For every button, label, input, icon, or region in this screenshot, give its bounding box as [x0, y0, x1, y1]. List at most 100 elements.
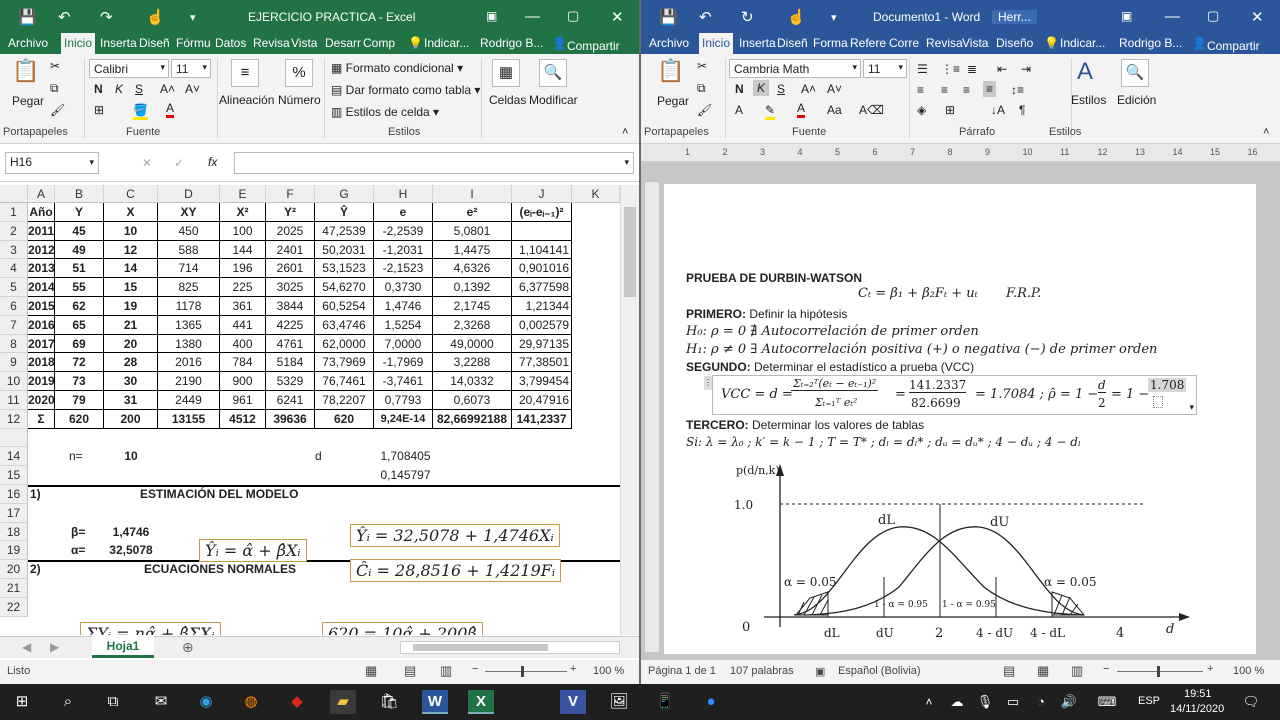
- data-cell[interactable]: 20,47916: [512, 391, 572, 410]
- tab-archivo[interactable]: Archivo: [8, 36, 48, 50]
- network-icon[interactable]: ◔: [1028, 690, 1054, 714]
- header-cell[interactable]: XY: [158, 203, 220, 222]
- alpha-value[interactable]: 32,5078: [104, 541, 158, 560]
- total-cell[interactable]: 141,2337: [512, 409, 572, 429]
- show-hidden-icon[interactable]: ˄: [916, 690, 942, 714]
- multilevel-icon[interactable]: ≣: [967, 62, 977, 76]
- placeholder-box[interactable]: [1153, 396, 1163, 408]
- status-words[interactable]: 107 palabras: [730, 665, 794, 677]
- data-cell[interactable]: 4225: [266, 315, 315, 335]
- font-size-select[interactable]: 11 ▾: [171, 59, 211, 78]
- data-cell[interactable]: 2016: [158, 353, 220, 373]
- excel-taskbar-icon[interactable]: X: [468, 690, 494, 714]
- document-page[interactable]: PRUEBA DE DURBIN-WATSON Cₜ = β₁ + β₂Fₜ +…: [664, 184, 1256, 654]
- data-cell[interactable]: 14,0332: [433, 372, 512, 391]
- borders-icon[interactable]: ⊞: [94, 103, 104, 117]
- tab-insertar[interactable]: Inserta: [100, 36, 137, 50]
- collapse-ribbon-icon[interactable]: ˄: [622, 126, 628, 138]
- data-cell[interactable]: 2017: [28, 334, 55, 354]
- data-cell[interactable]: 3,2288: [433, 353, 512, 373]
- alignment-button[interactable]: Alineación: [219, 93, 274, 107]
- mail-icon[interactable]: ✉: [148, 690, 174, 714]
- onedrive-icon[interactable]: ☁: [944, 690, 970, 714]
- data-cell[interactable]: 7,0000: [374, 334, 433, 354]
- selected-value[interactable]: 1.708: [1148, 378, 1187, 392]
- ribbon-display-icon[interactable]: ▣: [1121, 9, 1132, 23]
- data-cell[interactable]: -1,2031: [374, 240, 433, 260]
- next-sheet-icon[interactable]: ▶: [50, 640, 59, 654]
- data-cell[interactable]: 441: [220, 315, 266, 335]
- row-header[interactable]: 21: [0, 579, 28, 598]
- data-cell[interactable]: 1,4475: [433, 240, 512, 260]
- paste-button[interactable]: Pegar: [12, 94, 44, 108]
- ribbon-display-icon[interactable]: ▣: [486, 9, 497, 23]
- proofing-icon[interactable]: ▣: [815, 665, 825, 678]
- data-cell[interactable]: 2019: [28, 372, 55, 391]
- cancel-icon[interactable]: ✕: [142, 156, 152, 170]
- data-cell[interactable]: 0,7793: [374, 391, 433, 410]
- data-cell[interactable]: 6,377598: [512, 278, 572, 297]
- model-equation-box[interactable]: Ŷᵢ = α̂ + β̂Xᵢ: [199, 539, 307, 562]
- row-header[interactable]: 22: [0, 597, 28, 617]
- data-cell[interactable]: 78,2207: [315, 391, 374, 410]
- data-cell[interactable]: 21: [104, 315, 158, 335]
- number-button[interactable]: Número: [278, 93, 321, 107]
- tab-vista[interactable]: Vista: [962, 36, 988, 50]
- formula-input[interactable]: ▾: [234, 152, 634, 174]
- data-cell[interactable]: 47,2539: [315, 221, 374, 241]
- total-cell[interactable]: 9,24E-14: [374, 409, 433, 429]
- input-language[interactable]: ESP: [1138, 695, 1160, 707]
- fitted-equation-1[interactable]: Ŷᵢ = 32,5078 + 1,4746Xᵢ: [350, 524, 560, 547]
- customize-qat-icon[interactable]: ▾: [190, 11, 196, 24]
- zoom-in-icon[interactable]: +: [570, 663, 576, 675]
- tab-correspondencia[interactable]: Corre: [889, 36, 919, 50]
- data-cell[interactable]: 3,799454: [512, 372, 572, 391]
- data-cell[interactable]: 29,97135: [512, 334, 572, 354]
- store-icon[interactable]: 🛍: [376, 690, 402, 714]
- zoom-slider[interactable]: [485, 666, 567, 677]
- data-cell[interactable]: -2,1523: [374, 259, 433, 279]
- data-cell[interactable]: 28: [104, 353, 158, 373]
- select-all[interactable]: [0, 185, 28, 203]
- data-cell[interactable]: 62,0000: [315, 334, 374, 354]
- col-header-F[interactable]: F: [266, 185, 315, 203]
- header-cell[interactable]: Ŷ: [315, 203, 374, 222]
- font-color-icon[interactable]: A: [166, 101, 175, 118]
- data-cell[interactable]: 2020: [28, 391, 55, 410]
- row-header[interactable]: 6: [0, 297, 28, 316]
- maximize-icon[interactable]: ▢: [1207, 8, 1219, 24]
- fill-color-icon[interactable]: 🪣: [133, 103, 148, 120]
- row-header[interactable]: 19: [0, 541, 28, 561]
- data-cell[interactable]: 31: [104, 391, 158, 410]
- data-cell[interactable]: 0,002579: [512, 315, 572, 335]
- section-2-number[interactable]: 2): [28, 560, 55, 579]
- tell-me-box[interactable]: Indicar...: [1060, 36, 1105, 50]
- header-cell[interactable]: Año: [28, 203, 55, 222]
- col-header-A[interactable]: A: [28, 185, 55, 203]
- percent-icon[interactable]: %: [285, 59, 313, 87]
- data-cell[interactable]: 63,4746: [315, 315, 374, 335]
- search-icon[interactable]: 🔍: [539, 59, 567, 87]
- n-value[interactable]: 10: [104, 447, 158, 466]
- edge-icon[interactable]: ◉: [193, 690, 219, 714]
- data-cell[interactable]: 2016: [28, 315, 55, 335]
- row-header[interactable]: 5: [0, 278, 28, 297]
- tab-insertar[interactable]: Inserta: [739, 36, 776, 50]
- data-cell[interactable]: 784: [220, 353, 266, 373]
- data-cell[interactable]: 400: [220, 334, 266, 354]
- insert-function-icon[interactable]: fx: [208, 155, 217, 169]
- data-cell[interactable]: 55: [55, 278, 104, 297]
- data-cell[interactable]: 825: [158, 278, 220, 297]
- header-cell[interactable]: (eᵢ-eᵢ₋₁)²: [512, 203, 572, 222]
- data-cell[interactable]: 0,1392: [433, 278, 512, 297]
- col-header-G[interactable]: G: [315, 185, 374, 203]
- touch-mode-icon[interactable]: ☝: [146, 8, 165, 26]
- add-sheet-icon[interactable]: ⊕: [182, 639, 194, 656]
- enter-icon[interactable]: ✓: [174, 156, 184, 170]
- collapse-ribbon-icon[interactable]: ˄: [1263, 126, 1269, 138]
- row-header[interactable]: 18: [0, 522, 28, 542]
- keyboard-icon[interactable]: ⌨: [1094, 690, 1120, 714]
- zoom-handle[interactable]: [1157, 666, 1160, 677]
- pilcrow-icon[interactable]: ¶: [1019, 103, 1025, 117]
- data-cell[interactable]: 588: [158, 240, 220, 260]
